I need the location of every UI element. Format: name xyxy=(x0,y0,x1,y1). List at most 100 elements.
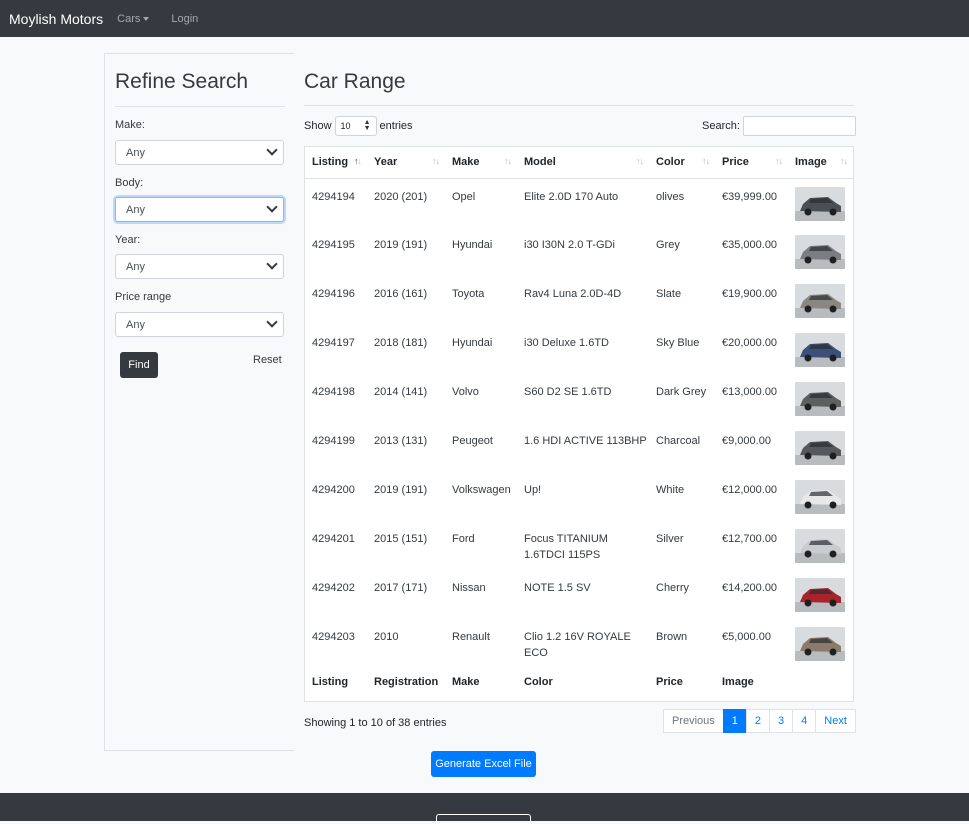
column-header-listing[interactable]: Listing ↑↓ xyxy=(305,147,367,179)
sort-asc-icon: ↑↓ xyxy=(354,156,362,166)
cell-year: 2019 (191) xyxy=(374,484,428,496)
body-label: Body: xyxy=(115,177,144,189)
footer-button[interactable] xyxy=(436,814,531,824)
cell-year: 2018 (181) xyxy=(374,337,428,349)
cars-dropdown-label: Cars xyxy=(117,12,141,25)
brand-link[interactable]: Moylish Motors xyxy=(9,11,103,27)
car-thumbnail-image[interactable] xyxy=(795,529,845,563)
cell-make: Volvo xyxy=(452,386,479,398)
cell-model: NOTE 1.5 SV xyxy=(524,582,591,594)
cell-price: €19,900.00 xyxy=(722,288,778,300)
make-label: Make: xyxy=(115,119,145,131)
column-header-year[interactable]: Year ↑↓ xyxy=(367,147,445,179)
chevron-down-icon xyxy=(266,316,278,328)
sort-icon: ↑↓ xyxy=(636,156,644,166)
cell-price: €9,000.00 xyxy=(722,435,771,447)
year-label: Year: xyxy=(115,234,141,246)
pagination-previous[interactable]: Previous xyxy=(663,709,724,733)
chevron-down-icon xyxy=(266,144,278,156)
cell-year: 2014 (141) xyxy=(374,386,428,398)
cell-listing: 4294196 xyxy=(312,288,355,300)
cell-listing: 4294195 xyxy=(312,239,355,251)
search-label: Search: xyxy=(702,120,740,132)
divider xyxy=(115,106,285,107)
cell-image xyxy=(788,472,853,521)
car-thumbnail-image[interactable] xyxy=(795,284,845,318)
car-table-container: Listing ↑↓ Year ↑↓ Make ↑↓ Model ↑↓ Color ↑↓ … xyxy=(304,146,854,702)
price-range-select[interactable]: Any xyxy=(115,312,284,337)
reset-link[interactable]: Reset xyxy=(253,354,282,366)
search-input[interactable] xyxy=(742,116,856,136)
cell-listing: 4294200 xyxy=(312,484,355,496)
car-thumbnail-image[interactable] xyxy=(795,578,845,612)
cell-price: €12,000.00 xyxy=(722,484,778,496)
entries-select[interactable]: 10 ▲ ▼ xyxy=(334,116,377,136)
sort-icon: ↑↓ xyxy=(775,156,783,166)
page-title: Car Range xyxy=(304,70,406,93)
cell-make: Hyundai xyxy=(452,337,493,349)
pagination-next[interactable]: Next xyxy=(815,709,856,733)
table-row: 4294200 2019 (191) Volkswagen Up! White €12,0… xyxy=(305,472,853,521)
column-header-price[interactable]: Price ↑↓ xyxy=(715,147,788,179)
car-thumbnail-image[interactable] xyxy=(795,235,845,269)
cell-model: S60 D2 SE 1.6TD xyxy=(524,386,612,398)
car-thumbnail-image[interactable] xyxy=(795,382,845,416)
column-header-model[interactable]: Model ↑↓ xyxy=(517,147,649,179)
pagination-page-1[interactable]: 1 xyxy=(722,709,747,733)
pagination-page-4[interactable]: 4 xyxy=(792,709,817,733)
car-thumbnail-image[interactable] xyxy=(795,186,845,221)
cell-year: 2017 (171) xyxy=(374,582,428,594)
cell-image xyxy=(788,276,853,325)
table-row: 4294197 2018 (181) Hyundai i30 Deluxe 1.6TD… xyxy=(305,325,853,374)
cell-listing: 4294194 xyxy=(312,190,355,203)
car-thumbnail-image[interactable] xyxy=(795,431,845,465)
car-thumbnail-image[interactable] xyxy=(795,333,845,367)
cell-price: €39,999.00 xyxy=(722,190,778,203)
car-thumbnail-image[interactable] xyxy=(795,627,845,661)
body-select[interactable]: Any xyxy=(115,197,284,222)
generate-excel-button[interactable]: Generate Excel File xyxy=(431,751,536,777)
cell-color: Charcoal xyxy=(656,435,701,447)
pagination-page-2[interactable]: 2 xyxy=(745,709,771,733)
chevron-down-icon xyxy=(266,201,278,213)
cell-price: €14,200.00 xyxy=(722,582,778,594)
cars-dropdown[interactable]: Cars xyxy=(117,12,150,25)
pagination: Previous 1 2 3 4 Next xyxy=(663,709,856,733)
car-thumbnail-image[interactable] xyxy=(795,480,845,514)
cell-make: Toyota xyxy=(452,288,485,300)
cell-color: Grey xyxy=(656,239,680,251)
chevron-down-icon xyxy=(266,258,278,270)
cell-price: €12,700.00 xyxy=(722,533,778,545)
table-row: 4294194 2020 (201) Opel Elite 2.0D 170 Auto… xyxy=(305,178,853,227)
table-row: 4294198 2014 (141) Volvo S60 D2 SE 1.6TD Dar… xyxy=(305,374,853,423)
make-select[interactable]: Any xyxy=(115,140,284,165)
find-button[interactable]: Find xyxy=(120,352,158,378)
footer-empty xyxy=(788,668,853,696)
cell-image xyxy=(788,325,853,374)
footer-registration: Registration xyxy=(374,676,439,688)
sort-icon: ↑↓ xyxy=(432,156,440,166)
cell-make: Ford xyxy=(452,533,475,545)
make-select-value: Any xyxy=(126,146,145,159)
cell-listing: 4294199 xyxy=(312,435,355,447)
price-range-select-value: Any xyxy=(126,318,145,331)
cell-color: Dark Grey xyxy=(656,386,707,398)
cell-year: 2019 (191) xyxy=(374,239,428,251)
column-header-make[interactable]: Make ↑↓ xyxy=(445,147,517,179)
year-select-value: Any xyxy=(126,260,145,273)
cell-model: Rav4 Luna 2.0D-4D xyxy=(524,288,622,300)
column-header-color[interactable]: Color ↑↓ xyxy=(649,147,715,179)
cell-make: Nissan xyxy=(452,582,486,594)
pagination-page-3[interactable]: 3 xyxy=(769,709,794,733)
column-header-image[interactable]: Image ↑↓ xyxy=(788,147,853,179)
sort-icon: ↑↓ xyxy=(702,156,710,166)
cell-image xyxy=(788,619,853,668)
cell-year: 2013 (131) xyxy=(374,435,428,447)
refine-search-panel: Refine Search Make: Any Body: Any Year: … xyxy=(104,53,294,751)
cell-model: Elite 2.0D 170 Auto xyxy=(524,190,619,203)
cell-color: Sky Blue xyxy=(656,337,700,349)
year-select[interactable]: Any xyxy=(115,254,284,279)
footer-listing: Listing xyxy=(312,676,349,688)
login-link[interactable]: Login xyxy=(171,13,198,25)
cell-listing: 4294202 xyxy=(312,582,355,594)
